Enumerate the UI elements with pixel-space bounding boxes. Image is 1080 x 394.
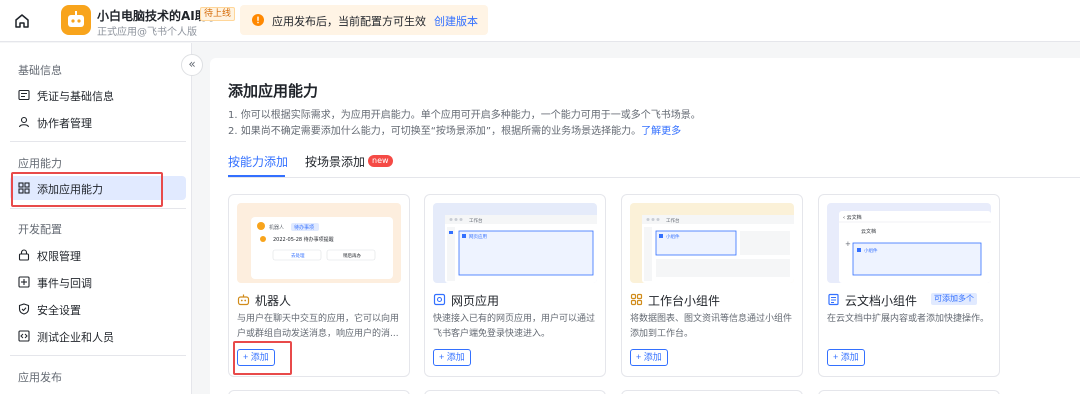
capability-card-partial — [424, 390, 606, 394]
section-title-capability: 应用能力 — [18, 157, 62, 170]
app-logo-icon — [61, 5, 91, 35]
multi-add-tag: 可添加多个 — [931, 293, 977, 305]
thumb-item: 小组件 — [864, 247, 878, 254]
credential-icon — [18, 89, 30, 101]
sidebar-item-label: 测试企业和人员 — [37, 331, 114, 344]
sidebar: 基础信息 凭证与基础信息 协作者管理 应用能力 添加应用能力 开发配置 权限管理… — [0, 43, 192, 394]
tab-by-scenario[interactable]: 按场景添加 — [305, 153, 365, 170]
section-title-publish: 应用发布 — [18, 371, 62, 384]
top-bar: 小白电脑技术的AI助手 待上线 正式应用@飞书个人版 应用发布后，当前配置方可生… — [0, 0, 1080, 42]
robot-icon — [237, 294, 250, 306]
svg-text:+: + — [845, 240, 851, 248]
web-icon — [433, 293, 446, 306]
page-title: 添加应用能力 — [228, 82, 319, 100]
sidebar-item-add-capability[interactable]: 添加应用能力 — [10, 176, 186, 200]
sidebar-item-label: 添加应用能力 — [37, 183, 103, 196]
robot-preview-image: 机器人 待办事项 2022-05-28 待办事项提醒 去处理 稍后再办 — [237, 203, 401, 283]
sidebar-item-label: 协作者管理 — [37, 117, 92, 130]
card-description: 在云文档中扩展内容或者添加快捷操作。 — [827, 314, 990, 324]
capability-card-robot[interactable]: 机器人 待办事项 2022-05-28 待办事项提醒 去处理 稍后再办 机器人 … — [228, 194, 410, 377]
add-web-app-button[interactable]: + 添加 — [433, 349, 471, 366]
shield-icon — [18, 303, 30, 315]
thumb-doc: 云文档 — [861, 228, 876, 235]
add-robot-button[interactable]: + 添加 — [237, 349, 275, 366]
status-badge: 待上线 — [200, 7, 236, 21]
capability-card-partial — [818, 390, 1000, 394]
sidebar-item-label: 凭证与基础信息 — [37, 90, 114, 103]
description-text: 2. 如果尚不确定需要添加什么能力，可切换至“按场景添加”，根据所需的业务场景选… — [228, 126, 642, 137]
section-title-basic: 基础信息 — [18, 64, 62, 77]
learn-more-link[interactable]: 了解更多 — [641, 126, 681, 137]
sidebar-item-label: 安全设置 — [37, 304, 81, 317]
sidebar-item-collaborators[interactable]: 协作者管理 — [10, 110, 186, 134]
card-title: 机器人 — [255, 294, 292, 308]
collapse-sidebar-button[interactable]: « — [181, 54, 203, 76]
description-line-1: 1. 你可以根据实际需求，为应用开启能力。单个应用可开启多种能力，一个能力可用于… — [228, 110, 701, 121]
notice-text: 应用发布后，当前配置方可生效 — [272, 15, 426, 28]
sidebar-item-label: 事件与回调 — [37, 277, 92, 290]
home-icon[interactable] — [13, 12, 31, 30]
card-description: 与用户在聊天中交互的应用，它可以向用户或群组自动发送消息，响应用户的消... — [237, 314, 400, 339]
sidebar-divider — [10, 208, 186, 209]
card-description: 将数据图表、图文资讯等信息通过小组件添加到工作台。 — [630, 314, 793, 339]
section-title-dev: 开发配置 — [18, 223, 62, 236]
doc-widget-preview-image: ‹ 云文档 云文档 + 小组件 — [827, 203, 991, 283]
app-subtitle: 正式应用@飞书个人版 — [97, 27, 197, 38]
add-doc-widget-button[interactable]: + 添加 — [827, 349, 865, 366]
widget-preview-image: 工作台 小组件 — [630, 203, 794, 283]
thumb-btn2: 稍后再办 — [343, 252, 361, 259]
active-tab-indicator — [228, 175, 285, 177]
thumb-header: ‹ 云文档 — [843, 214, 862, 221]
thumb-chat-tag: 待办事项 — [294, 224, 314, 231]
thumb-item: 网页应用 — [469, 233, 487, 240]
tabs-divider — [228, 177, 1080, 178]
sidebar-item-permissions[interactable]: 权限管理 — [10, 243, 186, 267]
user-icon — [18, 116, 30, 128]
sidebar-item-events[interactable]: 事件与回调 — [10, 270, 186, 294]
capability-card-partial — [621, 390, 803, 394]
event-icon — [18, 276, 30, 288]
sidebar-item-label: 权限管理 — [37, 250, 81, 263]
card-title: 工作台小组件 — [648, 294, 721, 308]
card-title: 网页应用 — [451, 294, 500, 308]
main-panel: 添加应用能力 1. 你可以根据实际需求，为应用开启能力。单个应用可开启多种能力，… — [210, 58, 1080, 394]
thumb-tab: 工作台 — [469, 217, 483, 224]
sidebar-item-security[interactable]: 安全设置 — [10, 297, 186, 321]
doc-icon — [828, 293, 839, 306]
sidebar-item-test-tenants[interactable]: 测试企业和人员 — [10, 324, 186, 348]
capability-card-workplace-widget[interactable]: 工作台 小组件 工作台小组件 将数据图表、图文资讯等信息通过小组件添加到工作台。… — [621, 194, 803, 377]
grid-icon — [18, 182, 30, 194]
thumb-btn1: 去处理 — [291, 252, 305, 259]
sidebar-divider — [10, 355, 186, 356]
tab-by-capability[interactable]: 按能力添加 — [228, 153, 288, 170]
capability-card-web-app[interactable]: 工作台 网页应用 网页应用 快速接入已有的网页应用，用户可以通过飞书客户端免登录… — [424, 194, 606, 377]
card-description: 快速接入已有的网页应用，用户可以通过飞书客户端免登录快速进入。 — [433, 314, 596, 339]
capability-card-partial — [228, 390, 410, 394]
description-line-2: 2. 如果尚不确定需要添加什么能力，可切换至“按场景添加”，根据所需的业务场景选… — [228, 122, 681, 137]
sidebar-divider — [10, 141, 186, 142]
warning-icon — [252, 14, 264, 26]
sidebar-item-credentials[interactable]: 凭证与基础信息 — [10, 83, 186, 107]
widget-icon — [630, 293, 643, 306]
thumb-tab: 工作台 — [666, 217, 680, 224]
add-widget-button[interactable]: + 添加 — [630, 349, 668, 366]
lock-icon — [18, 249, 30, 261]
new-badge: new — [368, 155, 393, 167]
create-version-link[interactable]: 创建版本 — [434, 13, 478, 29]
publish-notice: 应用发布后，当前配置方可生效 创建版本 — [240, 5, 488, 35]
card-title: 云文档小组件 — [845, 294, 918, 308]
code-icon — [18, 330, 30, 342]
thumb-item: 小组件 — [666, 233, 680, 240]
capability-card-doc-widget[interactable]: ‹ 云文档 云文档 + 小组件 云文档小组件 可添加多个 在云文档中扩展内容或者… — [818, 194, 1000, 377]
thumb-reminder: 2022-05-28 待办事项提醒 — [273, 236, 334, 243]
web-app-preview-image: 工作台 网页应用 — [433, 203, 597, 283]
thumb-chat-name: 机器人 — [269, 224, 284, 231]
